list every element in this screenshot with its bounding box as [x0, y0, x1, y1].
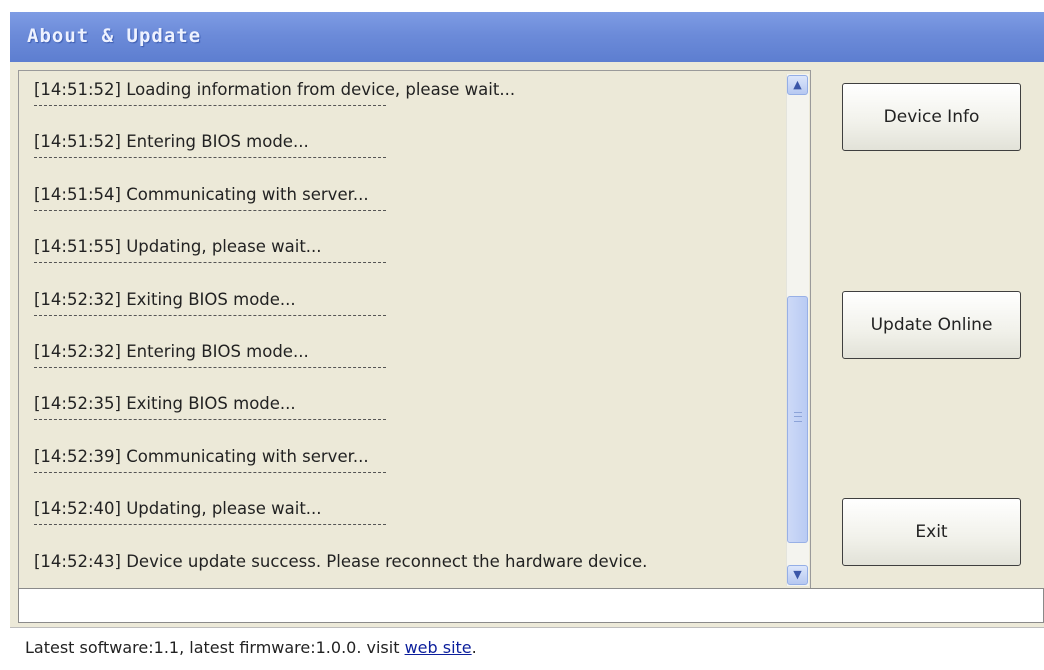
- log-entry: [14:51:52] Entering BIOS mode...: [34, 131, 779, 183]
- title-bar[interactable]: About & Update: [10, 12, 1044, 62]
- log-entry-text: [14:52:32] Exiting BIOS mode...: [34, 289, 296, 309]
- scroll-thumb[interactable]: [787, 296, 808, 543]
- log-separator: [34, 366, 386, 368]
- chevron-down-icon: ▼: [793, 568, 802, 581]
- status-text: Latest software:1.1, latest firmware:1.0…: [25, 638, 477, 657]
- chevron-up-icon: ▲: [793, 78, 802, 91]
- status-bar: Latest software:1.1, latest firmware:1.0…: [10, 627, 1044, 670]
- exit-label: Exit: [915, 522, 948, 542]
- log-entry: [14:51:52] Loading information from devi…: [34, 79, 779, 131]
- status-suffix: .: [471, 638, 477, 657]
- about-update-window: About & Update [14:51:52] Loading inform…: [10, 12, 1044, 670]
- scroll-up-button[interactable]: ▲: [787, 75, 808, 95]
- log-entry-text: [14:51:52] Entering BIOS mode...: [34, 132, 309, 152]
- update-online-button[interactable]: Update Online: [842, 291, 1021, 359]
- log-entry: [14:52:35] Exiting BIOS mode...: [34, 393, 779, 445]
- log-separator: [34, 209, 386, 211]
- log-entry-text: [14:51:55] Updating, please wait...: [34, 237, 322, 257]
- web-site-link[interactable]: web site: [405, 638, 472, 657]
- log-entry-text: [14:52:32] Entering BIOS mode...: [34, 341, 309, 361]
- log-entry-text: [14:51:54] Communicating with server...: [34, 184, 369, 204]
- log-separator: [34, 314, 386, 316]
- exit-button[interactable]: Exit: [842, 498, 1021, 566]
- log-separator: [34, 471, 386, 473]
- log-panel: [14:51:52] Loading information from devi…: [18, 70, 811, 590]
- scroll-down-button[interactable]: ▼: [787, 565, 808, 585]
- log-entry: [14:51:55] Updating, please wait...: [34, 236, 779, 288]
- log-entry-text: [14:52:40] Updating, please wait...: [34, 499, 322, 519]
- log-separator: [34, 524, 386, 526]
- log-entry-text: [14:51:52] Loading information from devi…: [34, 80, 516, 99]
- window-title: About & Update: [27, 25, 202, 47]
- log-separator: [34, 157, 386, 159]
- log-separator: [34, 262, 386, 264]
- log-entry-text: [14:52:43] Device update success. Please…: [34, 551, 648, 571]
- log-entry: [14:51:54] Communicating with server...: [34, 184, 779, 236]
- log-entry: [14:52:32] Entering BIOS mode...: [34, 341, 779, 393]
- log-scrollbar[interactable]: ▲ ▼: [786, 74, 809, 586]
- log-entry-text: [14:52:35] Exiting BIOS mode...: [34, 394, 296, 414]
- device-info-button[interactable]: Device Info: [842, 83, 1021, 151]
- log-separator: [34, 419, 386, 421]
- message-input[interactable]: [18, 588, 1044, 623]
- log-separator: [34, 105, 386, 106]
- log-entry: [14:52:40] Updating, please wait...: [34, 498, 779, 550]
- log-entry: [14:52:32] Exiting BIOS mode...: [34, 289, 779, 341]
- status-message: Latest software:1.1, latest firmware:1.0…: [25, 638, 405, 657]
- log-entry: [14:52:39] Communicating with server...: [34, 446, 779, 498]
- log-list: [14:51:52] Loading information from devi…: [34, 79, 779, 603]
- update-online-label: Update Online: [870, 315, 993, 335]
- grip-icon: [794, 412, 802, 422]
- device-info-label: Device Info: [883, 107, 980, 127]
- log-entry-text: [14:52:39] Communicating with server...: [34, 446, 369, 466]
